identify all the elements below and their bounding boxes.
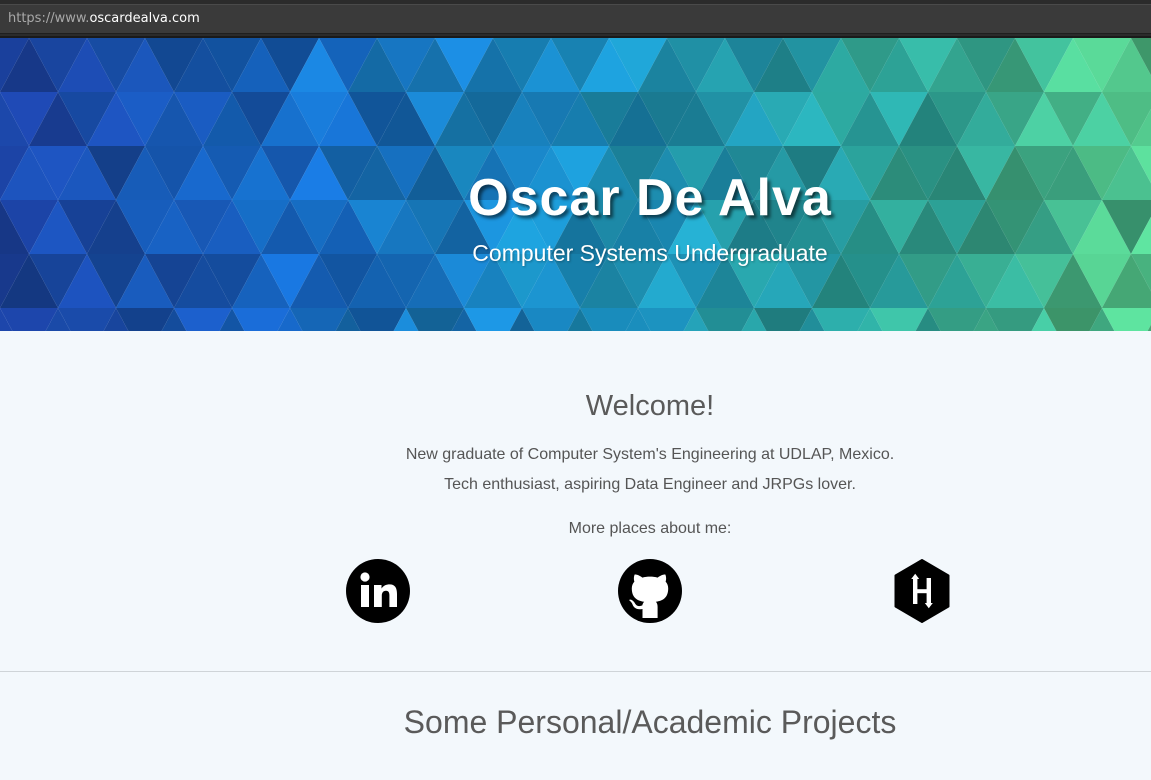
hero-banner: Oscar De Alva Computer Systems Undergrad… [0, 38, 1151, 331]
hero-title: Oscar De Alva [468, 169, 832, 227]
github-icon [618, 559, 682, 623]
welcome-description-line-1: New graduate of Computer System's Engine… [405, 446, 895, 463]
hackerrank-icon [894, 559, 950, 623]
hero-subtitle: Computer Systems Undergraduate [472, 240, 828, 266]
more-places-label: More places about me: [568, 520, 732, 537]
hackerrank-link[interactable] [889, 558, 955, 624]
welcome-heading: Welcome! [585, 390, 715, 422]
url-scheme: https://www. [8, 11, 90, 26]
github-link[interactable] [617, 558, 683, 624]
section-divider [0, 671, 1151, 672]
welcome-description-line-2: Tech enthusiast, aspiring Data Engineer … [444, 476, 856, 493]
projects-heading: Some Personal/Academic Projects [403, 704, 897, 740]
browser-toolbar: https://www.oscardealva.com [0, 0, 1151, 38]
url-host: oscardealva.com [89, 11, 200, 26]
linkedin-icon [346, 559, 410, 623]
linkedin-link[interactable] [345, 558, 411, 624]
address-bar-input[interactable]: https://www.oscardealva.com [0, 4, 1151, 34]
